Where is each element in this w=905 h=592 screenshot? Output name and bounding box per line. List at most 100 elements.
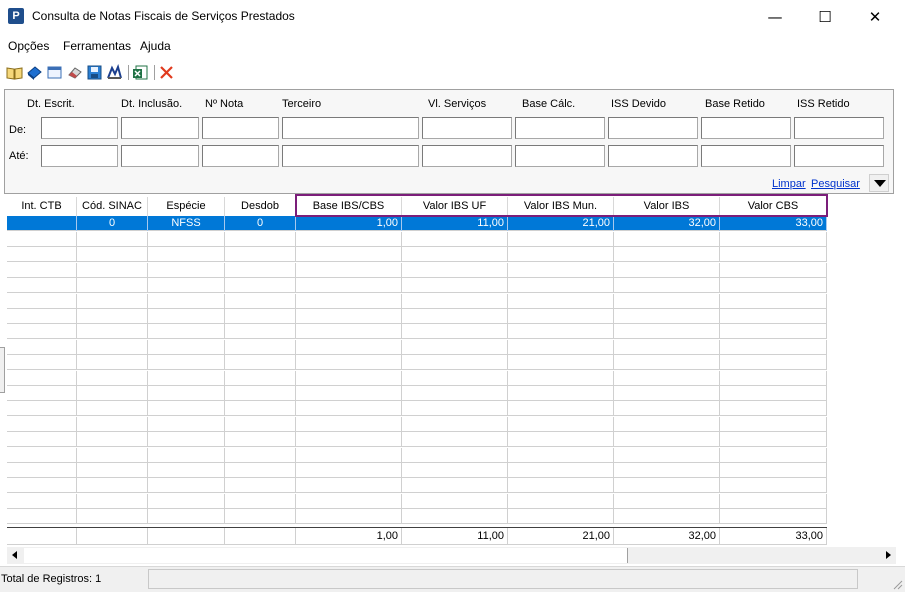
de-base-calc-input[interactable] (515, 117, 605, 139)
empty-cell-valor-ibs-uf (402, 432, 508, 448)
de-dt-escrit-input[interactable] (41, 117, 118, 139)
open-book-icon[interactable] (6, 64, 23, 81)
totals-row: 1,00 11,00 21,00 32,00 33,00 (7, 527, 827, 545)
total-valor-ibs: 32,00 (614, 528, 720, 545)
empty-cell-base-ibs-cbs (296, 493, 402, 509)
empty-cell-int-ctb (7, 324, 77, 340)
eraser-icon[interactable] (66, 64, 83, 81)
empty-cell-valor-ibs-uf (402, 355, 508, 371)
empty-table-row[interactable] (7, 509, 827, 525)
row-label-ate: Até: (9, 150, 29, 162)
window-icon[interactable] (46, 64, 63, 81)
de-iss-retido-input[interactable] (794, 117, 884, 139)
scroll-left-button[interactable] (7, 547, 24, 564)
empty-table-row[interactable] (7, 339, 827, 355)
resize-grip-icon[interactable] (891, 578, 903, 590)
empty-cell-valor-cbs (720, 463, 827, 478)
pesquisar-link[interactable]: Pesquisar (811, 178, 860, 190)
chart-icon[interactable] (106, 64, 123, 81)
close-button[interactable]: ✕ (852, 0, 898, 34)
blue-book-icon[interactable] (26, 64, 43, 81)
ate-dt-inclusao-input[interactable] (121, 145, 199, 167)
ate-dt-escrit-input[interactable] (41, 145, 118, 167)
empty-table-row[interactable] (7, 232, 827, 247)
menu-ajuda[interactable]: Ajuda (140, 39, 171, 53)
empty-cell-base-ibs-cbs (296, 293, 402, 309)
de-dt-inclusao-input[interactable] (121, 117, 199, 139)
empty-cell-base-ibs-cbs (296, 339, 402, 355)
empty-cell-especie (148, 478, 225, 494)
empty-table-row[interactable] (7, 416, 827, 432)
empty-cell-especie (148, 447, 225, 463)
ate-base-calc-input[interactable] (515, 145, 605, 167)
empty-cell-cod-sinac (77, 355, 148, 371)
total-cod-sinac (77, 528, 148, 545)
empty-table-row[interactable] (7, 293, 827, 309)
header-desdob[interactable]: Desdob (225, 197, 296, 216)
de-nota-input[interactable] (202, 117, 279, 139)
menu-ferramentas[interactable]: Ferramentas (63, 39, 131, 53)
side-splitter-handle[interactable] (0, 347, 5, 393)
empty-cell-int-ctb (7, 309, 77, 324)
empty-table-row[interactable] (7, 386, 827, 401)
filter-label-iss-retido: ISS Retido (797, 98, 850, 110)
empty-table-row[interactable] (7, 355, 827, 371)
empty-cell-valor-ibs-uf (402, 324, 508, 340)
empty-table-row[interactable] (7, 262, 827, 278)
empty-table-row[interactable] (7, 370, 827, 386)
header-int-ctb[interactable]: Int. CTB (7, 197, 77, 216)
empty-cell-cod-sinac (77, 247, 148, 263)
empty-table-row[interactable] (7, 324, 827, 340)
header-cod-sinac[interactable]: Cód. SINAC (77, 197, 148, 216)
ate-iss-retido-input[interactable] (794, 145, 884, 167)
filter-expand-button[interactable] (869, 174, 889, 192)
empty-cell-valor-ibs (614, 416, 720, 432)
arrow-right-icon (886, 551, 891, 559)
total-desdob (225, 528, 296, 545)
empty-cell-desdob (225, 447, 296, 463)
ate-iss-devido-input[interactable] (608, 145, 698, 167)
empty-table-row[interactable] (7, 278, 827, 294)
ate-terceiro-input[interactable] (282, 145, 419, 167)
empty-cell-valor-ibs-uf (402, 247, 508, 263)
empty-cell-cod-sinac (77, 463, 148, 478)
empty-cell-base-ibs-cbs (296, 232, 402, 247)
empty-table-row[interactable] (7, 493, 827, 509)
empty-cell-cod-sinac (77, 309, 148, 324)
maximize-button[interactable]: ☐ (802, 0, 848, 34)
scroll-right-button[interactable] (879, 547, 896, 564)
header-especie[interactable]: Espécie (148, 197, 225, 216)
empty-cell-desdob (225, 355, 296, 371)
empty-cell-valor-cbs (720, 339, 827, 355)
empty-cell-valor-ibs (614, 370, 720, 386)
empty-table-row[interactable] (7, 247, 827, 263)
empty-table-row[interactable] (7, 401, 827, 417)
scroll-thumb[interactable] (24, 548, 628, 563)
excel-export-icon[interactable] (132, 64, 149, 81)
empty-table-row[interactable] (7, 478, 827, 494)
minimize-button[interactable]: — (752, 0, 798, 34)
empty-table-row[interactable] (7, 309, 827, 324)
menu-opcoes[interactable]: Opções (8, 39, 49, 53)
table-row[interactable]: 0 NFSS 0 1,00 11,00 21,00 32,00 33,00 (7, 216, 827, 231)
limpar-link[interactable]: Limpar (772, 178, 806, 190)
empty-cell-valor-ibs-mun (508, 463, 614, 478)
ate-nota-input[interactable] (202, 145, 279, 167)
ate-vl-servicos-input[interactable] (422, 145, 512, 167)
empty-table-row[interactable] (7, 447, 827, 463)
save-disk-icon[interactable] (86, 64, 103, 81)
horizontal-scrollbar[interactable] (7, 547, 896, 564)
de-terceiro-input[interactable] (282, 117, 419, 139)
close-red-x-icon[interactable] (158, 64, 175, 81)
empty-table-row[interactable] (7, 463, 827, 478)
de-vl-servicos-input[interactable] (422, 117, 512, 139)
de-iss-devido-input[interactable] (608, 117, 698, 139)
empty-cell-base-ibs-cbs (296, 386, 402, 401)
empty-cell-valor-ibs-uf (402, 416, 508, 432)
filter-label-terceiro: Terceiro (282, 98, 322, 110)
de-base-retido-input[interactable] (701, 117, 791, 139)
empty-cell-especie (148, 370, 225, 386)
empty-cell-especie (148, 247, 225, 263)
empty-table-row[interactable] (7, 432, 827, 448)
ate-base-retido-input[interactable] (701, 145, 791, 167)
